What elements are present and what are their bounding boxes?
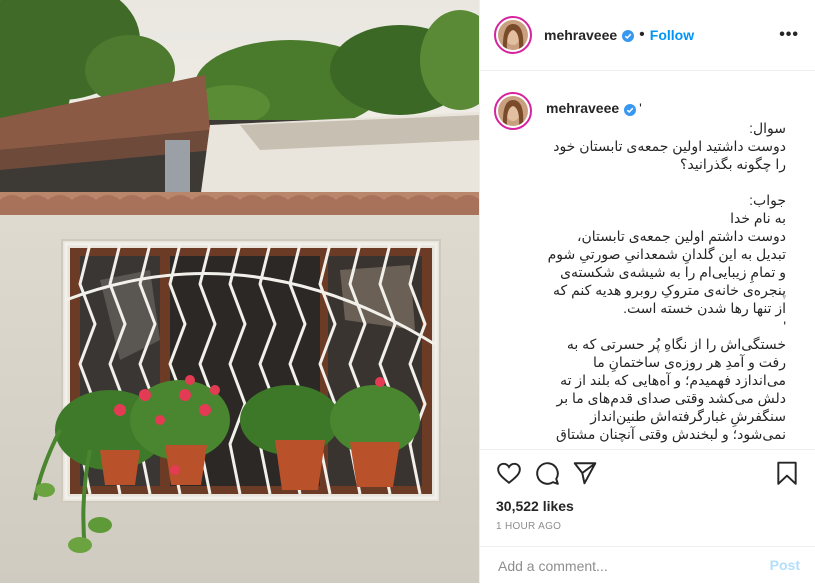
window-flowers-photo <box>0 0 479 583</box>
avatar[interactable] <box>494 16 532 54</box>
bookmark-icon[interactable] <box>774 460 800 486</box>
post-photo <box>0 0 479 583</box>
share-icon[interactable] <box>572 460 598 486</box>
comment-input[interactable] <box>496 554 740 578</box>
comment-bar: Post <box>480 546 815 584</box>
more-options-button[interactable]: ••• <box>779 26 799 44</box>
avatar-image <box>498 20 528 50</box>
post-username[interactable]: mehraveee <box>544 27 617 43</box>
caption-area: mehraveee ' سوال: دوست داشتید اولین جمعه… <box>480 72 815 449</box>
likes-count[interactable]: 30,522 likes <box>496 498 574 514</box>
post-comment-button[interactable]: Post <box>770 557 800 573</box>
caption-text: سوال: دوست داشتید اولین جمعه‌ی تابستان خ… <box>547 120 786 442</box>
post-header: mehraveee • Follow ••• <box>480 0 815 71</box>
caption-avatar-image <box>498 96 528 126</box>
caption-avatar[interactable] <box>494 92 532 130</box>
post-timestamp[interactable]: 1 HOUR AGO <box>496 521 561 532</box>
separator-dot: • <box>639 26 645 43</box>
heart-icon[interactable] <box>496 460 522 486</box>
verified-badge-icon <box>622 29 635 42</box>
comment-icon[interactable] <box>534 460 560 486</box>
actions-section: 30,522 likes 1 HOUR AGO Post <box>480 449 815 584</box>
post-side-panel: mehraveee • Follow ••• mehraveee ' سوال:… <box>479 0 815 583</box>
verified-badge-icon <box>624 103 637 116</box>
caption-username[interactable]: mehraveee <box>546 100 619 116</box>
follow-button[interactable]: Follow <box>650 27 694 43</box>
caption-quote-mark: ' <box>639 100 642 116</box>
post-modal: mehraveee • Follow ••• mehraveee ' سوال:… <box>0 0 815 583</box>
